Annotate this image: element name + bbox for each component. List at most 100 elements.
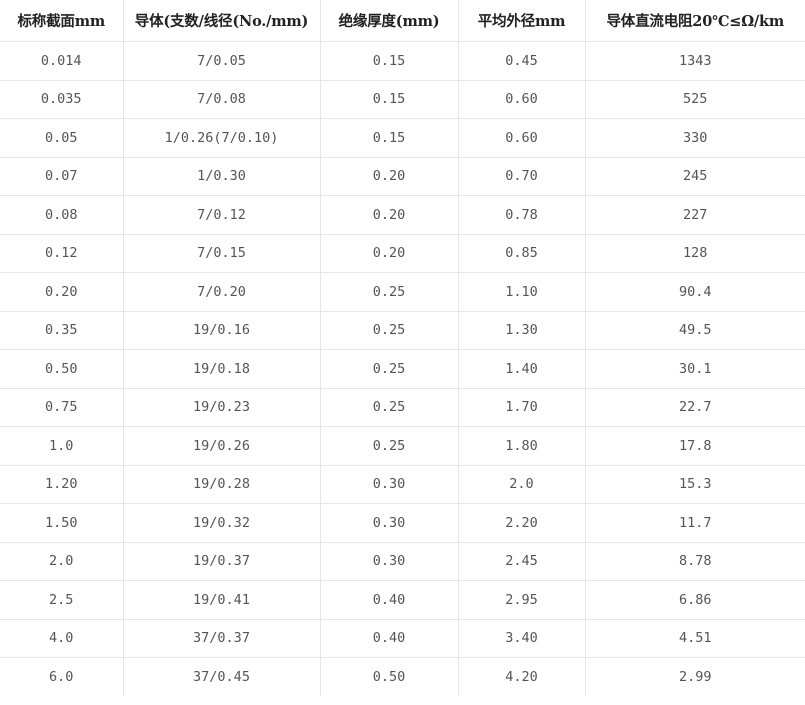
cell-nominal-section: 0.07 bbox=[0, 157, 124, 196]
cell-conductor: 19/0.32 bbox=[123, 503, 321, 543]
header-average-outer-diameter: 平均外径mm bbox=[458, 0, 586, 42]
cell-average-outer-diameter: 0.45 bbox=[458, 41, 586, 81]
table-row: 4.0 37/0.37 0.40 3.40 4.51 bbox=[0, 619, 805, 658]
header-insulation-thickness: 绝缘厚度(mm) bbox=[320, 0, 459, 42]
cell-nominal-section: 6.0 bbox=[0, 657, 124, 696]
cell-insulation-thickness: 0.25 bbox=[320, 388, 459, 427]
cell-nominal-section: 1.50 bbox=[0, 503, 124, 543]
cell-insulation-thickness: 0.40 bbox=[320, 580, 459, 620]
cell-conductor: 19/0.41 bbox=[123, 580, 321, 620]
table-row: 1.20 19/0.28 0.30 2.0 15.3 bbox=[0, 465, 805, 504]
cell-average-outer-diameter: 2.95 bbox=[458, 580, 586, 620]
cell-nominal-section: 0.20 bbox=[0, 272, 124, 312]
table-row: 1.50 19/0.32 0.30 2.20 11.7 bbox=[0, 503, 805, 543]
cell-conductor: 37/0.37 bbox=[123, 619, 321, 658]
cable-spec-table: 标称截面mm 导体(支数/线径(No./mm) 绝缘厚度(mm) 平均外径mm … bbox=[0, 0, 805, 696]
cell-insulation-thickness: 0.30 bbox=[320, 503, 459, 543]
cell-nominal-section: 0.50 bbox=[0, 349, 124, 389]
cell-dc-resistance: 4.51 bbox=[585, 619, 805, 658]
cell-insulation-thickness: 0.30 bbox=[320, 542, 459, 581]
cell-conductor: 19/0.26 bbox=[123, 426, 321, 466]
cell-nominal-section: 0.08 bbox=[0, 195, 124, 235]
cell-dc-resistance: 330 bbox=[585, 118, 805, 158]
cell-average-outer-diameter: 1.30 bbox=[458, 311, 586, 350]
table-row: 6.0 37/0.45 0.50 4.20 2.99 bbox=[0, 657, 805, 696]
cell-average-outer-diameter: 2.20 bbox=[458, 503, 586, 543]
cell-conductor: 19/0.16 bbox=[123, 311, 321, 350]
table-row: 0.75 19/0.23 0.25 1.70 22.7 bbox=[0, 388, 805, 427]
cell-average-outer-diameter: 0.60 bbox=[458, 80, 586, 119]
cell-conductor: 1/0.30 bbox=[123, 157, 321, 196]
cell-insulation-thickness: 0.20 bbox=[320, 234, 459, 273]
cell-average-outer-diameter: 2.0 bbox=[458, 465, 586, 504]
cell-dc-resistance: 525 bbox=[585, 80, 805, 119]
cell-dc-resistance: 6.86 bbox=[585, 580, 805, 620]
table-row: 0.014 7/0.05 0.15 0.45 1343 bbox=[0, 41, 805, 81]
cell-conductor: 7/0.20 bbox=[123, 272, 321, 312]
cell-dc-resistance: 90.4 bbox=[585, 272, 805, 312]
cell-nominal-section: 0.12 bbox=[0, 234, 124, 273]
cell-dc-resistance: 128 bbox=[585, 234, 805, 273]
header-row: 标称截面mm 导体(支数/线径(No./mm) 绝缘厚度(mm) 平均外径mm … bbox=[0, 0, 805, 42]
cell-dc-resistance: 11.7 bbox=[585, 503, 805, 543]
cell-insulation-thickness: 0.20 bbox=[320, 157, 459, 196]
cell-nominal-section: 0.014 bbox=[0, 41, 124, 81]
cell-nominal-section: 2.0 bbox=[0, 542, 124, 581]
cell-insulation-thickness: 0.20 bbox=[320, 195, 459, 235]
cell-insulation-thickness: 0.30 bbox=[320, 465, 459, 504]
cell-nominal-section: 0.05 bbox=[0, 118, 124, 158]
cell-insulation-thickness: 0.15 bbox=[320, 118, 459, 158]
cell-conductor: 19/0.37 bbox=[123, 542, 321, 581]
cell-average-outer-diameter: 1.10 bbox=[458, 272, 586, 312]
cell-nominal-section: 1.20 bbox=[0, 465, 124, 504]
cell-average-outer-diameter: 1.40 bbox=[458, 349, 586, 389]
cell-insulation-thickness: 0.15 bbox=[320, 41, 459, 81]
cell-conductor: 7/0.08 bbox=[123, 80, 321, 119]
cell-conductor: 37/0.45 bbox=[123, 657, 321, 696]
table-row: 0.08 7/0.12 0.20 0.78 227 bbox=[0, 195, 805, 235]
cell-conductor: 7/0.05 bbox=[123, 41, 321, 81]
table-row: 1.0 19/0.26 0.25 1.80 17.8 bbox=[0, 426, 805, 466]
table-row: 0.07 1/0.30 0.20 0.70 245 bbox=[0, 157, 805, 196]
cell-conductor: 7/0.12 bbox=[123, 195, 321, 235]
header-dc-resistance: 导体直流电阻20℃≤Ω/km bbox=[585, 0, 805, 42]
cell-dc-resistance: 15.3 bbox=[585, 465, 805, 504]
cell-average-outer-diameter: 0.85 bbox=[458, 234, 586, 273]
cell-nominal-section: 4.0 bbox=[0, 619, 124, 658]
cell-insulation-thickness: 0.25 bbox=[320, 426, 459, 466]
table-row: 0.035 7/0.08 0.15 0.60 525 bbox=[0, 80, 805, 119]
cell-dc-resistance: 30.1 bbox=[585, 349, 805, 389]
table-row: 0.05 1/0.26(7/0.10) 0.15 0.60 330 bbox=[0, 118, 805, 158]
cell-nominal-section: 1.0 bbox=[0, 426, 124, 466]
cell-conductor: 7/0.15 bbox=[123, 234, 321, 273]
cell-average-outer-diameter: 0.78 bbox=[458, 195, 586, 235]
cell-nominal-section: 0.35 bbox=[0, 311, 124, 350]
cell-average-outer-diameter: 0.70 bbox=[458, 157, 586, 196]
table-row: 2.0 19/0.37 0.30 2.45 8.78 bbox=[0, 542, 805, 581]
cell-insulation-thickness: 0.25 bbox=[320, 272, 459, 312]
cell-dc-resistance: 227 bbox=[585, 195, 805, 235]
cell-conductor: 19/0.23 bbox=[123, 388, 321, 427]
table-row: 0.50 19/0.18 0.25 1.40 30.1 bbox=[0, 349, 805, 389]
cell-insulation-thickness: 0.25 bbox=[320, 349, 459, 389]
table-row: 2.5 19/0.41 0.40 2.95 6.86 bbox=[0, 580, 805, 620]
cell-conductor: 19/0.18 bbox=[123, 349, 321, 389]
cell-conductor: 19/0.28 bbox=[123, 465, 321, 504]
cell-dc-resistance: 1343 bbox=[585, 41, 805, 81]
cell-nominal-section: 0.035 bbox=[0, 80, 124, 119]
cell-average-outer-diameter: 2.45 bbox=[458, 542, 586, 581]
cell-insulation-thickness: 0.15 bbox=[320, 80, 459, 119]
header-conductor: 导体(支数/线径(No./mm) bbox=[123, 0, 321, 42]
cell-dc-resistance: 245 bbox=[585, 157, 805, 196]
cell-conductor: 1/0.26(7/0.10) bbox=[123, 118, 321, 158]
cell-average-outer-diameter: 4.20 bbox=[458, 657, 586, 696]
cell-insulation-thickness: 0.50 bbox=[320, 657, 459, 696]
cell-nominal-section: 2.5 bbox=[0, 580, 124, 620]
table-row: 0.12 7/0.15 0.20 0.85 128 bbox=[0, 234, 805, 273]
cell-dc-resistance: 2.99 bbox=[678, 668, 712, 685]
cell-dc-resistance: 49.5 bbox=[585, 311, 805, 350]
table-row: 0.35 19/0.16 0.25 1.30 49.5 bbox=[0, 311, 805, 350]
header-nominal-section: 标称截面mm bbox=[0, 0, 124, 42]
table-row: 0.20 7/0.20 0.25 1.10 90.4 bbox=[0, 272, 805, 312]
cell-average-outer-diameter: 3.40 bbox=[458, 619, 586, 658]
